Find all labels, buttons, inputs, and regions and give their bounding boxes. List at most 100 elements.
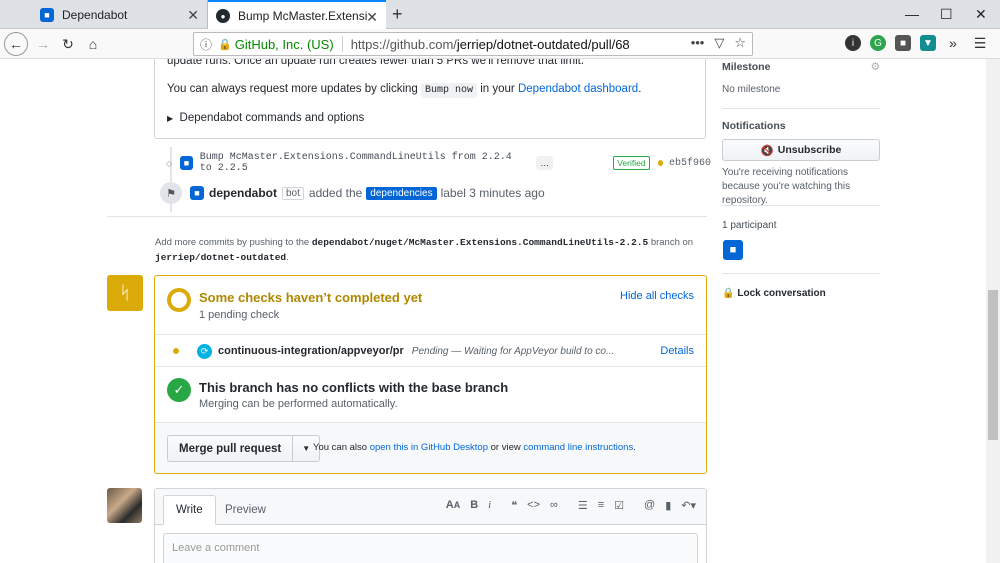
address-bar[interactable]: ⓘ 🔒 GitHub, Inc. (US) https://github.com… — [193, 32, 753, 56]
home-button[interactable]: ⌂ — [82, 34, 104, 54]
merge-alternatives-note: You can also open this in GitHub Desktop… — [313, 442, 636, 453]
italic-icon[interactable]: i — [488, 499, 491, 512]
overflow-menu-icon[interactable]: » — [945, 35, 961, 51]
check-separator — [155, 366, 706, 367]
url-separator — [341, 36, 343, 52]
extension-grammarly-icon[interactable]: G — [870, 35, 886, 51]
commit-message-link[interactable]: Bump McMaster.Extensions.CommandLineUtil… — [200, 152, 529, 174]
quote-icon[interactable]: ❝ — [511, 499, 517, 512]
unsubscribe-button[interactable]: 🔇 Unsubscribe — [722, 139, 880, 161]
back-button[interactable]: ← — [4, 32, 28, 56]
pocket-icon[interactable]: ▽ — [714, 35, 724, 51]
numbered-list-icon[interactable]: ≡ — [598, 499, 604, 512]
page-actions-icon[interactable]: ••• — [691, 35, 705, 51]
check-name: continuous-integration/appveyor/pr — [218, 345, 404, 357]
check-status: Pending — Waiting for AppVeyor build to … — [411, 345, 615, 357]
gear-icon[interactable]: ⚙ — [871, 61, 880, 73]
check-row: ⟳ continuous-integration/appveyor/pr Pen… — [155, 336, 706, 366]
reply-icon[interactable]: ↶▾ — [681, 499, 696, 512]
markdown-toolbar: AA B i ❝ <> ∞ ☰ ≡ ☑ @ ▮ ↶▾ — [446, 499, 696, 512]
sidebar-milestone: Milestone ⚙ No milestone — [722, 61, 880, 97]
browser-nav-bar: ← → ↻ ⌂ ⓘ 🔒 GitHub, Inc. (US) https://gi… — [0, 29, 1000, 59]
sidebar-participants: 1 participant — [722, 219, 880, 233]
lock-conversation-link[interactable]: 🔒 Lock conversation — [722, 287, 880, 299]
actor-link[interactable]: dependabot — [209, 186, 277, 200]
label-event-text: added the — [308, 186, 363, 200]
bold-icon[interactable]: B — [470, 499, 478, 512]
github-favicon-icon: ● — [216, 9, 230, 23]
comment-textarea[interactable]: Leave a comment — [163, 533, 698, 563]
command-line-instructions-link[interactable]: command line instructions — [523, 442, 633, 453]
participant-avatar[interactable]: ■ — [723, 240, 743, 260]
caret-down-icon: ▼ — [302, 444, 311, 453]
participants-count: 1 participant — [722, 220, 777, 231]
info-icon[interactable]: ⓘ — [200, 36, 212, 53]
link-icon[interactable]: ∞ — [550, 499, 558, 512]
close-tab-icon[interactable]: ✕ — [366, 9, 378, 26]
task-list-icon[interactable]: ☑ — [614, 499, 624, 512]
dependabot-avatar[interactable]: ■ — [180, 156, 193, 170]
extension-puzzle-icon[interactable]: ■ — [895, 35, 911, 51]
github-desktop-link[interactable]: open this in GitHub Desktop — [370, 442, 488, 453]
bookmark-star-icon[interactable]: ☆ — [734, 35, 746, 51]
commit-expand-button[interactable]: … — [536, 156, 554, 170]
timeline-divider — [107, 216, 707, 217]
heading-icon[interactable]: AA — [446, 499, 460, 512]
pr-description-box — [154, 59, 706, 139]
appveyor-icon: ⟳ — [197, 343, 212, 359]
sidebar-notification-text: You're receiving notifications because y… — [722, 166, 880, 208]
bot-badge: bot — [282, 186, 304, 200]
tab-title: Bump McMaster.Extensions.Co — [238, 9, 368, 23]
merge-pull-request-button-group: Merge pull request ▼ — [167, 435, 321, 462]
scrollbar-thumb[interactable] — [988, 290, 998, 440]
new-tab-button[interactable]: + — [392, 4, 403, 25]
merge-pull-request-button[interactable]: Merge pull request — [168, 436, 294, 461]
code-icon[interactable]: <> — [527, 499, 540, 512]
tab-preview[interactable]: Preview — [213, 495, 278, 525]
merge-footer: Merge pull request ▼ You can also open t… — [155, 422, 706, 473]
dependabot-avatar[interactable]: ■ — [190, 186, 204, 200]
dependabot-dashboard-link[interactable]: Dependabot dashboard — [518, 83, 638, 95]
site-identity[interactable]: GitHub, Inc. (US) — [235, 37, 334, 52]
tag-icon: ⚑ — [160, 182, 182, 204]
pr-request-text: You can always request more updates by c… — [167, 83, 642, 98]
arrow-left-icon: ← — [9, 36, 23, 52]
close-window-icon[interactable]: ✕ — [975, 6, 987, 23]
browser-tab-bar: ■ Dependabot ✕ ● Bump McMaster.Extension… — [0, 0, 1000, 30]
pr-body-text: update runs. Once an update run creates … — [167, 59, 585, 67]
branch-name: dependabot/nuget/McMaster.Extensions.Com… — [311, 237, 649, 248]
repo-name: jerriep/dotnet-outdated — [155, 252, 287, 263]
arrow-right-icon: → — [36, 36, 50, 52]
forward-button[interactable]: → — [32, 34, 54, 54]
mention-icon[interactable]: @ — [644, 499, 655, 512]
check-details-link[interactable]: Details — [660, 345, 694, 357]
dependabot-favicon-icon: ■ — [40, 7, 54, 22]
maximize-icon[interactable]: ☐ — [940, 6, 953, 23]
extension-shield-icon[interactable]: ▼ — [920, 35, 936, 51]
disclosure-triangle-icon: ▶ — [167, 114, 174, 123]
dependencies-label[interactable]: dependencies — [366, 186, 437, 200]
reference-icon[interactable]: ▮ — [665, 499, 671, 512]
browser-tab-dependabot[interactable]: ■ Dependabot ✕ — [32, 0, 208, 29]
close-tab-icon[interactable]: ✕ — [187, 7, 199, 24]
bump-now-code: Bump now — [421, 83, 478, 98]
url-text[interactable]: https://github.com/jerriep/dotnet-outdat… — [351, 37, 630, 52]
extension-info-icon[interactable]: i — [845, 35, 861, 51]
reload-button[interactable]: ↻ — [57, 34, 79, 54]
checks-header-section — [155, 276, 706, 335]
minimize-icon[interactable]: — — [905, 6, 919, 22]
commands-summary[interactable]: ▶ Dependabot commands and options — [167, 112, 364, 124]
git-merge-icon: ᛋ — [107, 275, 143, 311]
pending-status-dot[interactable] — [657, 160, 663, 166]
commit-sha-link[interactable]: eb5f960 — [669, 158, 711, 169]
pending-dot-icon — [173, 348, 179, 354]
bulleted-list-icon[interactable]: ☰ — [578, 499, 588, 512]
tab-write[interactable]: Write — [163, 495, 216, 525]
tab-title: Dependabot — [62, 7, 128, 22]
browser-tab-pull-request[interactable]: ● Bump McMaster.Extensions.Co ✕ — [208, 0, 386, 30]
current-user-avatar[interactable] — [107, 488, 142, 523]
label-event-time: label 3 minutes ago — [440, 186, 545, 200]
hamburger-menu-icon[interactable]: ☰ — [972, 35, 988, 51]
notifications-heading: Notifications — [722, 120, 786, 132]
verified-badge[interactable]: Verified — [613, 156, 650, 170]
